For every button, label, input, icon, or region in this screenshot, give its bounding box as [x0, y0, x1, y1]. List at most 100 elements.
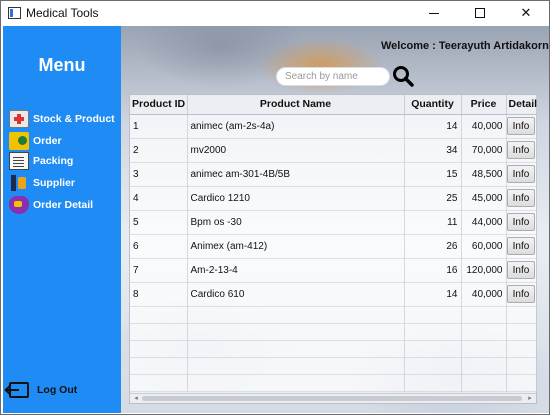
- table-row[interactable]: 4 Cardico 1210 25 45,000 Info: [130, 186, 537, 211]
- table-row[interactable]: 5 Bpm os -30 11 44,000 Info: [130, 210, 537, 235]
- cell-price: 48,500: [461, 162, 507, 187]
- cell-price: 120,000: [461, 258, 507, 283]
- scroll-right-icon[interactable]: ▸: [526, 395, 534, 403]
- cell-product-name: Am-2-13-4: [187, 258, 405, 283]
- cell-price: 44,000: [461, 210, 507, 235]
- cell-price: 40,000: [461, 282, 507, 307]
- cell-product-name: Bpm os -30: [187, 210, 405, 235]
- menu-title: Menu: [38, 55, 86, 75]
- cell-quantity: 14: [404, 282, 462, 307]
- cell-quantity: 14: [404, 114, 462, 139]
- column-header-product-name[interactable]: Product Name: [187, 95, 405, 115]
- sidebar-item-packing[interactable]: Packing: [9, 152, 73, 170]
- sidebar-item-label: Supplier: [33, 177, 76, 189]
- cell-detail: Info: [506, 258, 537, 283]
- cell-price: 60,000: [461, 234, 507, 259]
- folder-order-icon: [9, 132, 29, 150]
- info-button[interactable]: Info: [507, 189, 535, 207]
- sidebar-item-label: Stock & Product: [33, 113, 115, 125]
- info-button[interactable]: Info: [507, 141, 535, 159]
- table-row[interactable]: 7 Am-2-13-4 16 120,000 Info: [130, 258, 537, 283]
- logout-icon: [7, 382, 29, 398]
- maximize-button[interactable]: [457, 1, 503, 25]
- cell-product-name: Cardico 1210: [187, 186, 405, 211]
- search-icon: [393, 66, 414, 87]
- sidebar-item-order[interactable]: Order: [9, 132, 62, 150]
- app-window-icon: [8, 7, 21, 19]
- horizontal-scrollbar[interactable]: ◂ ▸: [130, 393, 536, 403]
- info-button[interactable]: Info: [507, 261, 535, 279]
- minimize-button[interactable]: [411, 1, 457, 25]
- scroll-left-icon[interactable]: ◂: [132, 395, 140, 403]
- sidebar-item-order-detail[interactable]: Order Detail: [9, 196, 93, 214]
- cell-product-id: 2: [130, 138, 188, 163]
- cell-quantity: 34: [404, 138, 462, 163]
- search-button[interactable]: [392, 65, 414, 87]
- cell-product-name: animec am-301-4B/5B: [187, 162, 405, 187]
- cell-quantity: 11: [404, 210, 462, 235]
- maximize-icon: [475, 8, 485, 18]
- product-table: Product ID Product Name Quantity Price D…: [129, 94, 537, 404]
- close-icon: ✕: [520, 5, 532, 20]
- cell-detail: Info: [506, 186, 537, 211]
- info-button[interactable]: Info: [507, 117, 535, 135]
- sidebar-item-label: Packing: [33, 155, 74, 167]
- cell-product-id: 8: [130, 282, 188, 307]
- column-header-detail[interactable]: Detail: [506, 95, 537, 115]
- cell-quantity: 25: [404, 186, 462, 211]
- first-aid-kit-icon: [9, 110, 29, 128]
- empty-row: [130, 374, 537, 392]
- supplier-icon: [9, 174, 29, 192]
- info-button[interactable]: Info: [507, 237, 535, 255]
- welcome-text: Welcome : Teerayuth Artidakorn: [381, 40, 549, 52]
- cell-product-id: 6: [130, 234, 188, 259]
- table-header-row: Product ID Product Name Quantity Price D…: [130, 95, 537, 115]
- sidebar-item-label: Order Detail: [33, 199, 94, 211]
- cell-detail: Info: [506, 138, 537, 163]
- cell-detail: Info: [506, 114, 537, 139]
- column-header-price[interactable]: Price: [461, 95, 507, 115]
- scroll-thumb[interactable]: [142, 396, 522, 401]
- cell-quantity: 16: [404, 258, 462, 283]
- empty-row: [130, 340, 537, 358]
- basket-icon: [9, 196, 29, 214]
- cell-product-name: animec (am-2s-4a): [187, 114, 405, 139]
- column-header-product-id[interactable]: Product ID: [130, 95, 188, 115]
- search-input[interactable]: [276, 67, 390, 86]
- cell-product-id: 1: [130, 114, 188, 139]
- empty-row: [130, 306, 537, 324]
- info-button[interactable]: Info: [507, 213, 535, 231]
- table-row[interactable]: 2 mv2000 34 70,000 Info: [130, 138, 537, 163]
- logout-label: Log Out: [37, 384, 78, 396]
- cell-detail: Info: [506, 282, 537, 307]
- sidebar-item-stock-product[interactable]: Stock & Product: [9, 110, 115, 128]
- table-row[interactable]: 1 animec (am-2s-4a) 14 40,000 Info: [130, 114, 537, 139]
- cell-price: 70,000: [461, 138, 507, 163]
- sidebar: Menu Stock & Product Order Packing Suppl…: [3, 26, 121, 413]
- cell-product-id: 3: [130, 162, 188, 187]
- window-title: Medical Tools: [26, 6, 99, 20]
- sidebar-item-supplier[interactable]: Supplier: [9, 174, 75, 192]
- cell-detail: Info: [506, 210, 537, 235]
- column-header-quantity[interactable]: Quantity: [404, 95, 462, 115]
- cell-product-id: 4: [130, 186, 188, 211]
- cell-price: 40,000: [461, 114, 507, 139]
- title-bar[interactable]: Medical Tools ✕: [1, 1, 549, 25]
- table-row[interactable]: 3 animec am-301-4B/5B 15 48,500 Info: [130, 162, 537, 187]
- info-button[interactable]: Info: [507, 285, 535, 303]
- table-row[interactable]: 6 Animex (am-412) 26 60,000 Info: [130, 234, 537, 259]
- cell-detail: Info: [506, 234, 537, 259]
- empty-row: [130, 357, 537, 375]
- logout-button[interactable]: Log Out: [7, 382, 78, 398]
- cell-quantity: 26: [404, 234, 462, 259]
- app-window: Medical Tools ✕ Menu Stock & Product Ord…: [0, 0, 550, 415]
- cell-product-name: Cardico 610: [187, 282, 405, 307]
- empty-row: [130, 323, 537, 341]
- info-button[interactable]: Info: [507, 165, 535, 183]
- cell-quantity: 15: [404, 162, 462, 187]
- close-button[interactable]: ✕: [503, 1, 549, 25]
- cell-product-name: Animex (am-412): [187, 234, 405, 259]
- table-row[interactable]: 8 Cardico 610 14 40,000 Info: [130, 282, 537, 307]
- cell-product-name: mv2000: [187, 138, 405, 163]
- sidebar-item-label: Order: [33, 135, 62, 147]
